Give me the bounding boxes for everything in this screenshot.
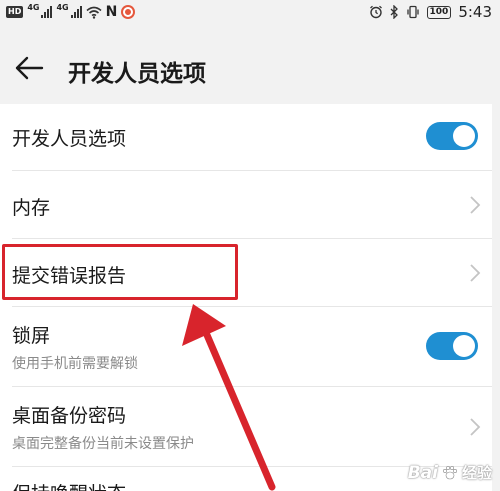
chevron-right-icon [470, 264, 481, 282]
status-left: HD 4G 4G N [6, 2, 136, 20]
baidu-watermark: Bai 经验 [408, 462, 492, 483]
hd-badge: HD [6, 6, 24, 18]
alarm-icon [369, 5, 382, 19]
page-title: 开发人员选项 [68, 61, 206, 87]
chevron-right-icon [470, 418, 481, 436]
battery-icon: 100 [426, 5, 452, 19]
watermark-brand-2: 经验 [461, 464, 492, 482]
desktop-backup-password-subtitle: 桌面完整备份当前未设置保护 [12, 436, 194, 452]
toggle-knob [453, 125, 475, 147]
lock-screen-subtitle: 使用手机前需要解锁 [12, 356, 138, 372]
desktop-backup-password-row[interactable]: 桌面备份密码 桌面完整备份当前未设置保护 [0, 387, 492, 467]
watermark-brand: Bai [407, 462, 438, 483]
stay-awake-label: 保持唤醒状态 [12, 479, 126, 491]
developer-options-toggle[interactable] [426, 122, 478, 150]
status-time: 5:43 [458, 3, 492, 21]
vibrate-icon [406, 5, 419, 19]
developer-options-label: 开发人员选项 [12, 128, 127, 150]
bluetooth-icon [390, 5, 398, 19]
status-bar: HD 4G 4G N 100 5:43 [0, 0, 500, 26]
title-bar: 开发人员选项 [0, 26, 500, 106]
recording-icon [121, 5, 136, 19]
lock-screen-row[interactable]: 锁屏 使用手机前需要解锁 [0, 307, 492, 387]
nfc-icon: N [105, 4, 118, 20]
chevron-right-icon [470, 196, 481, 214]
highlight-box [2, 244, 238, 300]
developer-options-row[interactable]: 开发人员选项 [0, 104, 492, 171]
lock-screen-toggle[interactable] [426, 332, 478, 360]
desktop-backup-password-label: 桌面备份密码 [12, 405, 127, 427]
lock-screen-label: 锁屏 [12, 325, 51, 347]
memory-label: 内存 [12, 197, 51, 219]
status-right: 100 5:43 [369, 3, 492, 21]
back-arrow-icon[interactable] [14, 56, 44, 80]
scroll-track [492, 104, 500, 491]
toggle-knob [453, 335, 475, 357]
network-type-2: 4G [56, 2, 69, 12]
wifi-icon [86, 6, 102, 19]
signal-icon-2 [70, 6, 82, 18]
memory-row[interactable]: 内存 [0, 171, 492, 239]
signal-icon [41, 6, 53, 18]
network-type-1: 4G [27, 2, 40, 12]
paw-icon [442, 465, 457, 479]
